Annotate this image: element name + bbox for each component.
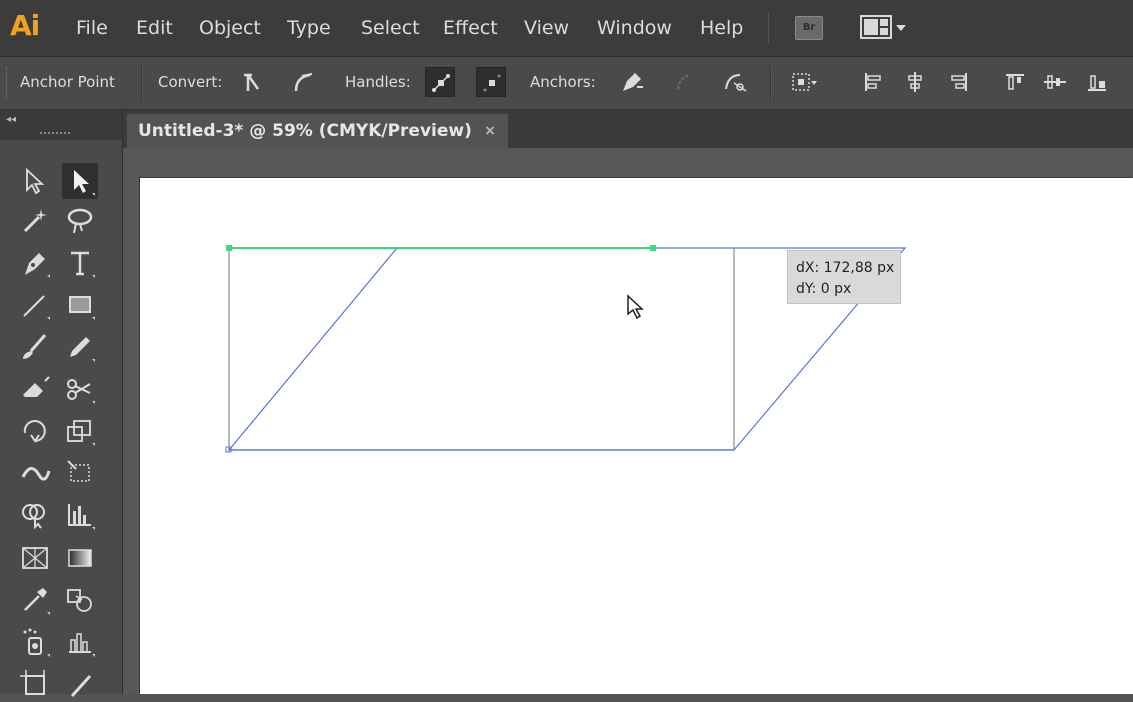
hide-handles-icon[interactable] — [476, 67, 506, 97]
type-tool-icon[interactable] — [62, 245, 98, 281]
pen-tool-icon[interactable] — [17, 245, 53, 281]
perspective-grid-tool-icon[interactable] — [17, 540, 53, 576]
line-segment-tool-icon[interactable] — [17, 287, 53, 323]
connect-anchors-icon[interactable] — [670, 67, 700, 97]
handles-label: Handles: — [345, 73, 411, 91]
direct-selection-cursor-icon — [626, 294, 646, 322]
smart-guide-tooltip: dX: 172,88 px dY: 0 px — [787, 250, 901, 304]
select-similar-icon[interactable] — [788, 67, 818, 97]
selection-tool-icon[interactable] — [17, 163, 53, 199]
panel-grip[interactable] — [40, 132, 70, 136]
tools-panel-header[interactable]: ◂◂ — [0, 110, 122, 140]
menu-object[interactable]: Object — [199, 16, 261, 40]
canvas-pasteboard[interactable] — [123, 148, 1133, 178]
artboard-tool-icon[interactable] — [17, 666, 53, 702]
workspace-layout-icon[interactable] — [860, 14, 910, 40]
tool-name-label: Anchor Point — [20, 73, 115, 91]
shape-builder-tool-icon[interactable] — [17, 497, 53, 533]
scale-tool-icon[interactable] — [62, 413, 98, 449]
rotate-tool-icon[interactable] — [17, 413, 53, 449]
anchor-point — [226, 245, 232, 251]
align-right-icon[interactable] — [944, 67, 974, 97]
cut-path-icon[interactable] — [720, 67, 750, 97]
menu-window[interactable]: Window — [597, 16, 672, 40]
app-logo: Ai — [10, 9, 40, 42]
control-separator — [770, 65, 772, 101]
artwork-canvas[interactable] — [140, 178, 1133, 694]
magic-wand-tool-icon[interactable] — [17, 203, 53, 239]
bridge-button[interactable]: Br — [795, 16, 823, 40]
original-rectangle-outline — [228, 248, 735, 451]
free-transform-tool-icon[interactable] — [62, 455, 98, 491]
lasso-tool-icon[interactable] — [62, 203, 98, 239]
align-left-icon[interactable] — [858, 67, 888, 97]
convert-label: Convert: — [158, 73, 223, 91]
delta-y-readout: dY: 0 px — [796, 281, 852, 297]
collapse-panel-icon[interactable]: ◂◂ — [6, 114, 16, 125]
menu-type[interactable]: Type — [287, 16, 331, 40]
control-bar-grip[interactable] — [6, 67, 10, 99]
document-tab[interactable]: Untitled-3* @ 59% (CMYK/Preview) × — [127, 114, 508, 148]
eyedropper-tool-icon[interactable] — [17, 582, 53, 618]
convert-to-corner-icon[interactable] — [236, 67, 266, 97]
document-tab-bar: Untitled-3* @ 59% (CMYK/Preview) × — [123, 110, 1133, 148]
menu-edit[interactable]: Edit — [136, 16, 173, 40]
menu-file[interactable]: File — [76, 16, 108, 40]
anchor-point — [650, 245, 656, 251]
rectangle-tool-icon[interactable] — [62, 287, 98, 323]
align-bottom-icon[interactable] — [1082, 67, 1112, 97]
menu-view[interactable]: View — [524, 16, 569, 40]
show-handles-icon[interactable] — [425, 67, 455, 97]
remove-anchor-icon[interactable] — [617, 67, 647, 97]
menu-separator — [768, 12, 769, 44]
document-area: Untitled-3* @ 59% (CMYK/Preview) × dX: 1… — [123, 110, 1133, 694]
control-separator — [141, 65, 143, 101]
align-top-icon[interactable] — [1000, 67, 1030, 97]
width-tool-icon[interactable] — [17, 455, 53, 491]
align-vertical-center-icon[interactable] — [1040, 67, 1070, 97]
anchors-label: Anchors: — [530, 73, 596, 91]
document-tab-title: Untitled-3* @ 59% (CMYK/Preview) — [138, 121, 472, 141]
delta-x-readout: dX: 172,88 px — [796, 260, 895, 276]
paintbrush-tool-icon[interactable] — [17, 329, 53, 365]
menu-select[interactable]: Select — [361, 16, 420, 40]
slice-tool-icon[interactable] — [62, 666, 98, 702]
direct-selection-tool-icon[interactable] — [62, 163, 98, 199]
blend-tool-icon[interactable] — [62, 582, 98, 618]
tools-panel: ◂◂ — [0, 110, 123, 698]
convert-to-smooth-icon[interactable] — [288, 67, 318, 97]
eraser-tool-icon[interactable] — [17, 371, 53, 407]
menu-help[interactable]: Help — [700, 16, 743, 40]
symbol-sprayer-tool-icon[interactable] — [17, 624, 53, 660]
scissors-tool-icon[interactable] — [62, 371, 98, 407]
pencil-tool-icon[interactable] — [62, 329, 98, 365]
close-tab-icon[interactable]: × — [484, 114, 496, 148]
control-bar: Anchor Point Convert: Handles: Anchors: — [0, 57, 1133, 110]
menu-effect[interactable]: Effect — [443, 16, 498, 40]
graph-tool-icon[interactable] — [62, 497, 98, 533]
gradient-tool-icon[interactable] — [62, 540, 98, 576]
menu-bar: Ai File Edit Object Type Select Effect V… — [0, 0, 1133, 57]
column-graph-tool-icon[interactable] — [62, 624, 98, 660]
align-center-icon[interactable] — [900, 67, 930, 97]
artboard[interactable]: dX: 172,88 px dY: 0 px — [140, 178, 1133, 694]
